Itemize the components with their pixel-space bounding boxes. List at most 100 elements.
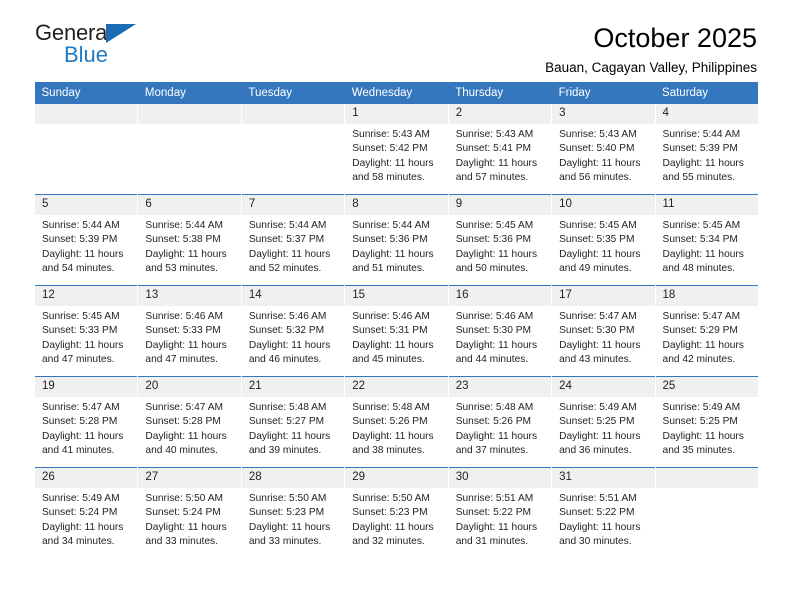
- sunrise-text: Sunrise: 5:47 AM: [145, 402, 224, 413]
- sunset-text: Sunset: 5:33 PM: [42, 325, 118, 337]
- calendar-day-cell[interactable]: 5 Sunrise: 5:44 AM Sunset: 5:39 PM Daylight…: [33, 194, 138, 286]
- calendar-day-cell[interactable]: 25 Sunrise: 5:49 AM Sunset: 5:25 PM Dayligh…: [654, 376, 759, 468]
- sunset-text: Sunset: 5:40 PM: [559, 143, 635, 155]
- calendar-day-cell[interactable]: 20 Sunrise: 5:47 AM Sunset: 5:28 PM Dayligh…: [137, 376, 242, 468]
- sunset-text: Sunset: 5:39 PM: [42, 234, 118, 246]
- calendar-day-cell[interactable]: 17 Sunrise: 5:47 AM Sunset: 5:30 PM Dayligh…: [551, 285, 656, 377]
- calendar-day-cell[interactable]: 9 Sunrise: 5:45 AM Sunset: 5:36 PM Daylight…: [447, 194, 552, 286]
- daylight-text: Daylight: 11 hours and 32 minutes.: [352, 521, 434, 547]
- sunset-text: Sunset: 5:25 PM: [662, 416, 738, 428]
- sunset-text: Sunset: 5:26 PM: [455, 416, 532, 428]
- day-number: 27: [138, 468, 241, 488]
- day-number: 8: [345, 195, 448, 215]
- calendar-day-cell[interactable]: 3 Sunrise: 5:43 AM Sunset: 5:40 PM Daylight…: [551, 104, 656, 195]
- sunrise-text: Sunrise: 5:46 AM: [455, 311, 534, 322]
- sunset-text: Sunset: 5:34 PM: [662, 234, 738, 246]
- day-number: 2: [449, 104, 552, 124]
- sunrise-text: Sunrise: 5:46 AM: [352, 311, 430, 322]
- sunrise-text: Sunrise: 5:43 AM: [455, 129, 534, 140]
- sunrise-text: Sunrise: 5:45 AM: [455, 220, 534, 231]
- weekday-header-wednesday: Wednesday: [344, 82, 449, 104]
- sunset-text: Sunset: 5:26 PM: [352, 416, 428, 428]
- daylight-text: Daylight: 11 hours and 43 minutes.: [559, 339, 641, 365]
- calendar-day-cell[interactable]: 11 Sunrise: 5:45 AM Sunset: 5:34 PM Dayligh…: [654, 194, 759, 286]
- day-number: 21: [242, 377, 345, 397]
- day-number: 15: [345, 286, 448, 306]
- calendar-day-cell[interactable]: 29 Sunrise: 5:50 AM Sunset: 5:23 PM Dayligh…: [344, 467, 449, 558]
- sunrise-text: Sunrise: 5:46 AM: [248, 311, 327, 322]
- calendar-day-cell[interactable]: 13 Sunrise: 5:46 AM Sunset: 5:33 PM Dayligh…: [137, 285, 242, 377]
- calendar-day-cell[interactable]: 1 Sunrise: 5:43 AM Sunset: 5:42 PM Daylight…: [344, 104, 449, 195]
- calendar-day-cell[interactable]: 16 Sunrise: 5:46 AM Sunset: 5:30 PM Dayligh…: [447, 285, 552, 377]
- calendar-day-cell[interactable]: 2 Sunrise: 5:43 AM Sunset: 5:41 PM Daylight…: [447, 104, 552, 195]
- daylight-text: Daylight: 11 hours and 40 minutes.: [145, 430, 227, 456]
- sunset-text: Sunset: 5:42 PM: [352, 143, 428, 155]
- day-number: 25: [656, 377, 759, 397]
- day-sun-info: Sunrise: 5:45 AM Sunset: 5:34 PM Daylight:…: [656, 215, 758, 276]
- calendar-day-cell-empty: [654, 467, 759, 558]
- day-number: [242, 104, 345, 124]
- day-number: [656, 468, 759, 488]
- calendar-week-row: 19 Sunrise: 5:47 AM Sunset: 5:28 PM Dayligh…: [33, 376, 759, 468]
- day-sun-info: Sunrise: 5:50 AM Sunset: 5:23 PM Daylight:…: [242, 488, 344, 549]
- calendar-day-cell[interactable]: 27 Sunrise: 5:50 AM Sunset: 5:24 PM Dayligh…: [137, 467, 242, 558]
- calendar-week-row: 1 Sunrise: 5:43 AM Sunset: 5:42 PM Daylight…: [33, 104, 759, 195]
- logo-text-blue: Blue: [64, 42, 109, 67]
- sunset-text: Sunset: 5:36 PM: [352, 234, 428, 246]
- calendar-day-cell[interactable]: 10 Sunrise: 5:45 AM Sunset: 5:35 PM Dayligh…: [551, 194, 656, 286]
- calendar-day-cell[interactable]: 12 Sunrise: 5:45 AM Sunset: 5:33 PM Dayligh…: [33, 285, 138, 377]
- calendar-day-cell[interactable]: 24 Sunrise: 5:49 AM Sunset: 5:25 PM Dayligh…: [551, 376, 656, 468]
- day-number: 1: [345, 104, 448, 124]
- daylight-text: Daylight: 11 hours and 41 minutes.: [42, 430, 124, 456]
- calendar-day-cell[interactable]: 28 Sunrise: 5:50 AM Sunset: 5:23 PM Dayligh…: [240, 467, 345, 558]
- calendar-day-cell[interactable]: 15 Sunrise: 5:46 AM Sunset: 5:31 PM Dayligh…: [344, 285, 449, 377]
- sunset-text: Sunset: 5:23 PM: [352, 507, 428, 519]
- day-sun-info: Sunrise: 5:46 AM Sunset: 5:31 PM Daylight:…: [346, 306, 448, 367]
- calendar-day-cell[interactable]: 19 Sunrise: 5:47 AM Sunset: 5:28 PM Dayligh…: [33, 376, 138, 468]
- day-sun-info: Sunrise: 5:49 AM Sunset: 5:25 PM Daylight:…: [553, 397, 655, 458]
- calendar-day-cell[interactable]: 14 Sunrise: 5:46 AM Sunset: 5:32 PM Dayligh…: [240, 285, 345, 377]
- weekday-header-monday: Monday: [137, 82, 242, 104]
- calendar-day-cell[interactable]: 4 Sunrise: 5:44 AM Sunset: 5:39 PM Daylight…: [654, 104, 759, 195]
- daylight-text: Daylight: 11 hours and 47 minutes.: [145, 339, 227, 365]
- calendar-day-cell[interactable]: 23 Sunrise: 5:48 AM Sunset: 5:26 PM Dayligh…: [447, 376, 552, 468]
- calendar-day-cell[interactable]: 18 Sunrise: 5:47 AM Sunset: 5:29 PM Dayligh…: [654, 285, 759, 377]
- day-sun-info: Sunrise: 5:45 AM Sunset: 5:36 PM Daylight:…: [449, 215, 551, 276]
- calendar-day-cell-empty: [240, 104, 345, 195]
- calendar-day-cell[interactable]: 7 Sunrise: 5:44 AM Sunset: 5:37 PM Daylight…: [240, 194, 345, 286]
- calendar-day-cell[interactable]: 31 Sunrise: 5:51 AM Sunset: 5:22 PM Dayligh…: [551, 467, 656, 558]
- calendar-day-cell[interactable]: 22 Sunrise: 5:48 AM Sunset: 5:26 PM Dayligh…: [344, 376, 449, 468]
- weekday-header-row: Sunday Monday Tuesday Wednesday Thursday…: [34, 82, 759, 104]
- sunset-text: Sunset: 5:23 PM: [248, 507, 325, 519]
- day-number: 23: [449, 377, 552, 397]
- daylight-text: Daylight: 11 hours and 44 minutes.: [455, 339, 538, 365]
- daylight-text: Daylight: 11 hours and 56 minutes.: [559, 157, 641, 183]
- sunset-text: Sunset: 5:29 PM: [662, 325, 738, 337]
- day-number: 10: [552, 195, 655, 215]
- day-sun-info: Sunrise: 5:48 AM Sunset: 5:27 PM Daylight:…: [242, 397, 344, 458]
- daylight-text: Daylight: 11 hours and 34 minutes.: [42, 521, 124, 547]
- day-number: 18: [656, 286, 759, 306]
- calendar-day-cell[interactable]: 30 Sunrise: 5:51 AM Sunset: 5:22 PM Dayligh…: [447, 467, 552, 558]
- calendar-day-cell[interactable]: 8 Sunrise: 5:44 AM Sunset: 5:36 PM Daylight…: [344, 194, 449, 286]
- sunrise-text: Sunrise: 5:49 AM: [559, 402, 637, 413]
- day-sun-info: Sunrise: 5:44 AM Sunset: 5:37 PM Daylight:…: [242, 215, 344, 276]
- day-sun-info: Sunrise: 5:48 AM Sunset: 5:26 PM Daylight:…: [449, 397, 551, 458]
- weekday-header-tuesday: Tuesday: [241, 82, 345, 104]
- sunset-text: Sunset: 5:25 PM: [559, 416, 635, 428]
- calendar-day-cell[interactable]: 21 Sunrise: 5:48 AM Sunset: 5:27 PM Dayligh…: [240, 376, 345, 468]
- day-sun-info: Sunrise: 5:48 AM Sunset: 5:26 PM Daylight:…: [346, 397, 448, 458]
- daylight-text: Daylight: 11 hours and 58 minutes.: [352, 157, 434, 183]
- sunset-text: Sunset: 5:22 PM: [455, 507, 532, 519]
- sunset-text: Sunset: 5:31 PM: [352, 325, 428, 337]
- logo-triangle-icon: [106, 24, 136, 43]
- sunrise-text: Sunrise: 5:48 AM: [455, 402, 534, 413]
- calendar-day-cell[interactable]: 6 Sunrise: 5:44 AM Sunset: 5:38 PM Daylight…: [137, 194, 242, 286]
- day-sun-info: Sunrise: 5:50 AM Sunset: 5:23 PM Daylight:…: [346, 488, 448, 549]
- sunset-text: Sunset: 5:35 PM: [559, 234, 635, 246]
- day-number: 20: [138, 377, 241, 397]
- weekday-header-sunday: Sunday: [34, 82, 138, 104]
- calendar-day-cell[interactable]: 26 Sunrise: 5:49 AM Sunset: 5:24 PM Dayligh…: [33, 467, 138, 558]
- daylight-text: Daylight: 11 hours and 33 minutes.: [248, 521, 331, 547]
- day-number: 29: [345, 468, 448, 488]
